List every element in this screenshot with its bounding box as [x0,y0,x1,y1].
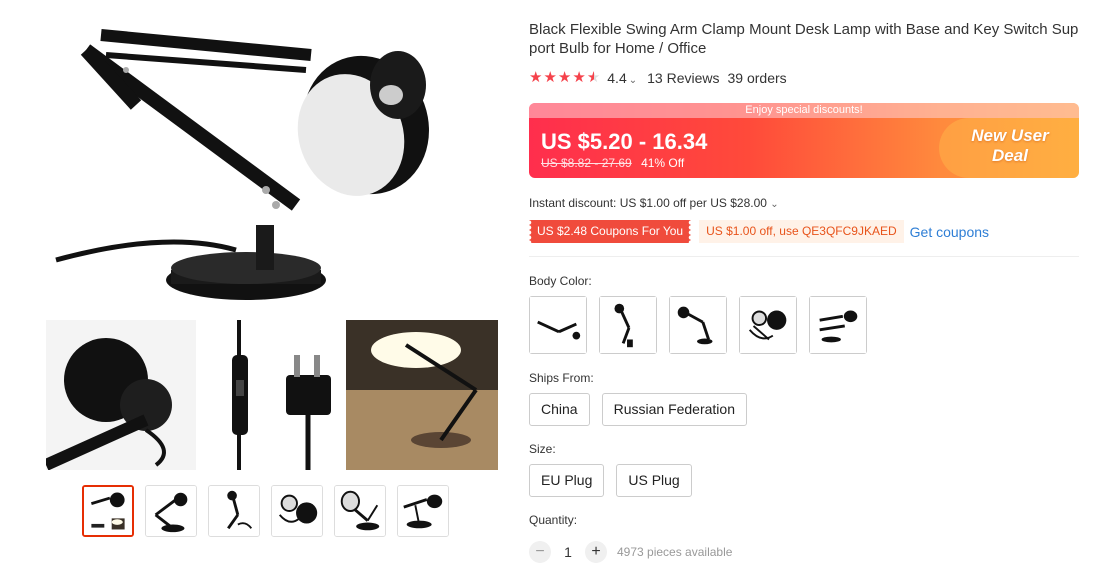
thumbnail-6[interactable] [397,485,449,537]
ships-from-label: Ships From: [529,371,594,385]
discount-percent: 41% Off [641,156,685,170]
quantity-label: Quantity: [529,513,578,527]
color-option-1[interactable] [529,296,587,354]
body-color-label: Body Color: [529,274,592,288]
size-label: Size: [529,442,556,456]
instant-discount-text: Instant discount: US $1.00 off per US $2… [529,196,767,210]
ships-from-china[interactable]: China [529,393,590,426]
decrease-quantity-button[interactable]: − [529,541,551,563]
thumbnail-1[interactable] [82,485,134,537]
main-product-image[interactable] [43,10,498,471]
available-stock: 4973 pieces available [617,545,733,559]
original-price: US $8.82 - 27.69 [541,156,632,170]
quantity-stepper: − 1 + 4973 pieces available [529,541,732,563]
thumbnail-2[interactable] [145,485,197,537]
thumbnail-4[interactable] [271,485,323,537]
rating-stars: ★ ★ ★ ★ ★ [529,70,600,86]
size-eu-plug[interactable]: EU Plug [529,464,605,497]
thumbnail-strip [82,485,449,537]
current-price: US $5.20 - 16.34 [541,129,708,154]
star-icon: ★ [543,69,557,86]
color-option-3[interactable] [669,296,727,354]
color-option-4[interactable] [739,296,797,354]
coupon-row: US $2.48 Coupons For You US $1.00 off, u… [529,220,989,243]
deal-line: Deal [992,146,1028,165]
gallery [0,0,520,586]
instant-discount[interactable]: Instant discount: US $1.00 off per US $2… [529,196,779,210]
color-option-2[interactable] [599,296,657,354]
size-us-plug[interactable]: US Plug [616,464,692,497]
price-box: Enjoy special discounts! US $5.20 - 16.3… [529,103,1079,178]
get-coupons-link[interactable]: Get coupons [910,224,989,240]
original-price-row: US $8.82 - 27.69 41% Off [541,156,684,170]
body-color-options [529,296,867,354]
color-option-5[interactable] [809,296,867,354]
increase-quantity-button[interactable]: + [585,541,607,563]
quantity-value[interactable]: 1 [551,544,585,560]
new-user-deal-badge: New User Deal [955,126,1065,166]
promo-code-badge: US $1.00 off, use QE3QFC9JKAED [699,220,904,243]
store-coupon-badge[interactable]: US $2.48 Coupons For You [529,220,692,243]
chevron-down-icon: ⌄ [628,75,638,86]
orders-count: 39 orders [727,70,787,86]
thumbnail-5[interactable] [334,485,386,537]
star-half-icon: ★ [586,69,601,86]
rating-row: ★ ★ ★ ★ ★ 4.4 ⌄ 13 Reviews 39 orders [529,70,787,87]
star-icon: ★ [529,69,543,86]
rating-score[interactable]: 4.4 ⌄ [607,70,637,86]
discount-banner: Enjoy special discounts! [529,103,1079,118]
size-options: EU Plug US Plug [529,464,692,497]
star-icon: ★ [572,69,586,86]
star-icon: ★ [557,69,572,86]
chevron-down-icon: ⌄ [770,199,779,210]
divider [529,256,1079,257]
ships-from-options: China Russian Federation [529,393,747,426]
reviews-link[interactable]: 13 Reviews [647,70,719,86]
new-user-line: New User [971,126,1049,145]
product-title: Black Flexible Swing Arm Clamp Mount Des… [529,21,1079,57]
ships-from-russia[interactable]: Russian Federation [601,393,747,426]
thumbnail-3[interactable] [208,485,260,537]
